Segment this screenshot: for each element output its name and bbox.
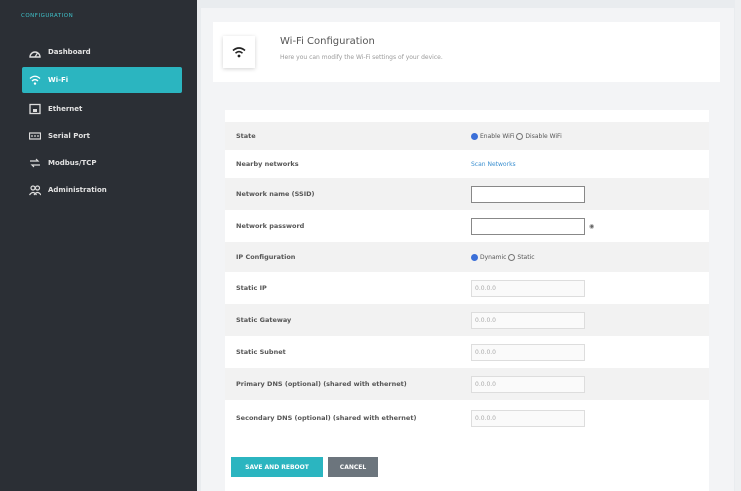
enable-wifi-radio[interactable]	[471, 132, 478, 140]
dynamic-label: Dynamic	[480, 253, 507, 261]
disable-wifi-radio[interactable]	[516, 132, 524, 140]
dynamic-radio[interactable]	[471, 253, 478, 261]
sidebar-section-label: CONFIGURATION	[21, 13, 74, 19]
wifi-icon	[28, 74, 42, 86]
scan-networks-link[interactable]: Scan Networks	[471, 161, 516, 168]
form-row-state: State Enable WiFi Disable WiFi	[225, 122, 709, 150]
disable-wifi-label: Disable WiFi	[525, 132, 562, 140]
page-subtitle: Here you can modify the Wi-Fi settings o…	[280, 54, 443, 61]
enable-wifi-label: Enable WiFi	[480, 132, 515, 140]
sidebar-item-label: Serial Port	[48, 131, 90, 140]
password-input[interactable]	[471, 217, 585, 235]
dashboard-icon	[28, 46, 42, 58]
static-gateway-input[interactable]	[471, 311, 585, 329]
sidebar-nav: Dashboard Wi-Fi Ethernet Serial Port Mod…	[22, 40, 182, 205]
serial-port-icon	[28, 130, 42, 142]
sidebar-item-serial-port[interactable]: Serial Port	[22, 124, 182, 147]
static-subnet-input[interactable]	[471, 343, 585, 361]
ip-config-radio-group: Dynamic Static	[471, 253, 535, 261]
static-ip-label: Static IP	[236, 283, 267, 292]
sidebar-item-ethernet[interactable]: Ethernet	[22, 97, 182, 120]
page-header: Wi-Fi Configuration Here you can modify …	[213, 22, 720, 82]
sidebar-item-administration[interactable]: Administration	[22, 178, 182, 201]
sidebar-item-label: Wi-Fi	[48, 76, 69, 84]
primary-dns-label: Primary DNS (optional) (shared with ethe…	[236, 379, 407, 388]
admin-icon	[28, 184, 42, 196]
form-row-static-subnet: Static Subnet	[225, 336, 709, 368]
ssid-input[interactable]	[471, 185, 585, 203]
static-radio[interactable]	[508, 253, 516, 261]
primary-dns-input[interactable]	[471, 375, 585, 393]
ip-config-label: IP Configuration	[236, 252, 296, 261]
sidebar-item-wifi[interactable]: Wi-Fi	[22, 67, 182, 93]
wifi-form: State Enable WiFi Disable WiFi Nearby ne…	[225, 110, 709, 491]
static-subnet-label: Static Subnet	[236, 347, 286, 356]
form-row-static-ip: Static IP	[225, 272, 709, 304]
cancel-button[interactable]: CANCEL	[328, 457, 378, 477]
form-row-nearby: Nearby networks Scan Networks	[225, 150, 709, 178]
form-row-primary-dns: Primary DNS (optional) (shared with ethe…	[225, 368, 709, 400]
form-row-password: Network password ◉	[225, 210, 709, 242]
page-title: Wi-Fi Configuration	[280, 36, 375, 47]
state-label: State	[236, 131, 256, 140]
sidebar: CONFIGURATION Dashboard Wi-Fi Ethernet S…	[0, 0, 197, 491]
form-row-ssid: Network name (SSID)	[225, 178, 709, 210]
password-label: Network password	[236, 221, 305, 230]
ssid-label: Network name (SSID)	[236, 189, 315, 198]
sidebar-item-modbus[interactable]: Modbus/TCP	[22, 151, 182, 174]
form-row-secondary-dns: Secondary DNS (optional) (shared with et…	[225, 400, 709, 436]
nearby-networks-label: Nearby networks	[236, 159, 299, 168]
sidebar-item-label: Ethernet	[48, 104, 83, 113]
save-and-reboot-button[interactable]: SAVE AND REBOOT	[231, 457, 323, 477]
sidebar-item-label: Modbus/TCP	[48, 158, 97, 167]
sidebar-item-label: Dashboard	[48, 47, 91, 56]
sidebar-item-label: Administration	[48, 185, 107, 194]
secondary-dns-input[interactable]	[471, 409, 585, 427]
static-label: Static	[517, 253, 535, 261]
secondary-dns-label: Secondary DNS (optional) (shared with et…	[236, 413, 417, 422]
page-scrollbar[interactable]	[735, 0, 741, 491]
main-content: Wi-Fi Configuration Here you can modify …	[201, 8, 734, 491]
show-password-icon[interactable]: ◉	[589, 223, 594, 230]
state-radio-group: Enable WiFi Disable WiFi	[471, 132, 562, 140]
form-row-ip-config: IP Configuration Dynamic Static	[225, 242, 709, 272]
modbus-icon	[28, 157, 42, 169]
sidebar-item-dashboard[interactable]: Dashboard	[22, 40, 182, 63]
ethernet-icon	[28, 103, 42, 115]
static-gateway-label: Static Gateway	[236, 315, 292, 324]
form-row-static-gateway: Static Gateway	[225, 304, 709, 336]
static-ip-input[interactable]	[471, 279, 585, 297]
wifi-icon	[223, 36, 255, 68]
